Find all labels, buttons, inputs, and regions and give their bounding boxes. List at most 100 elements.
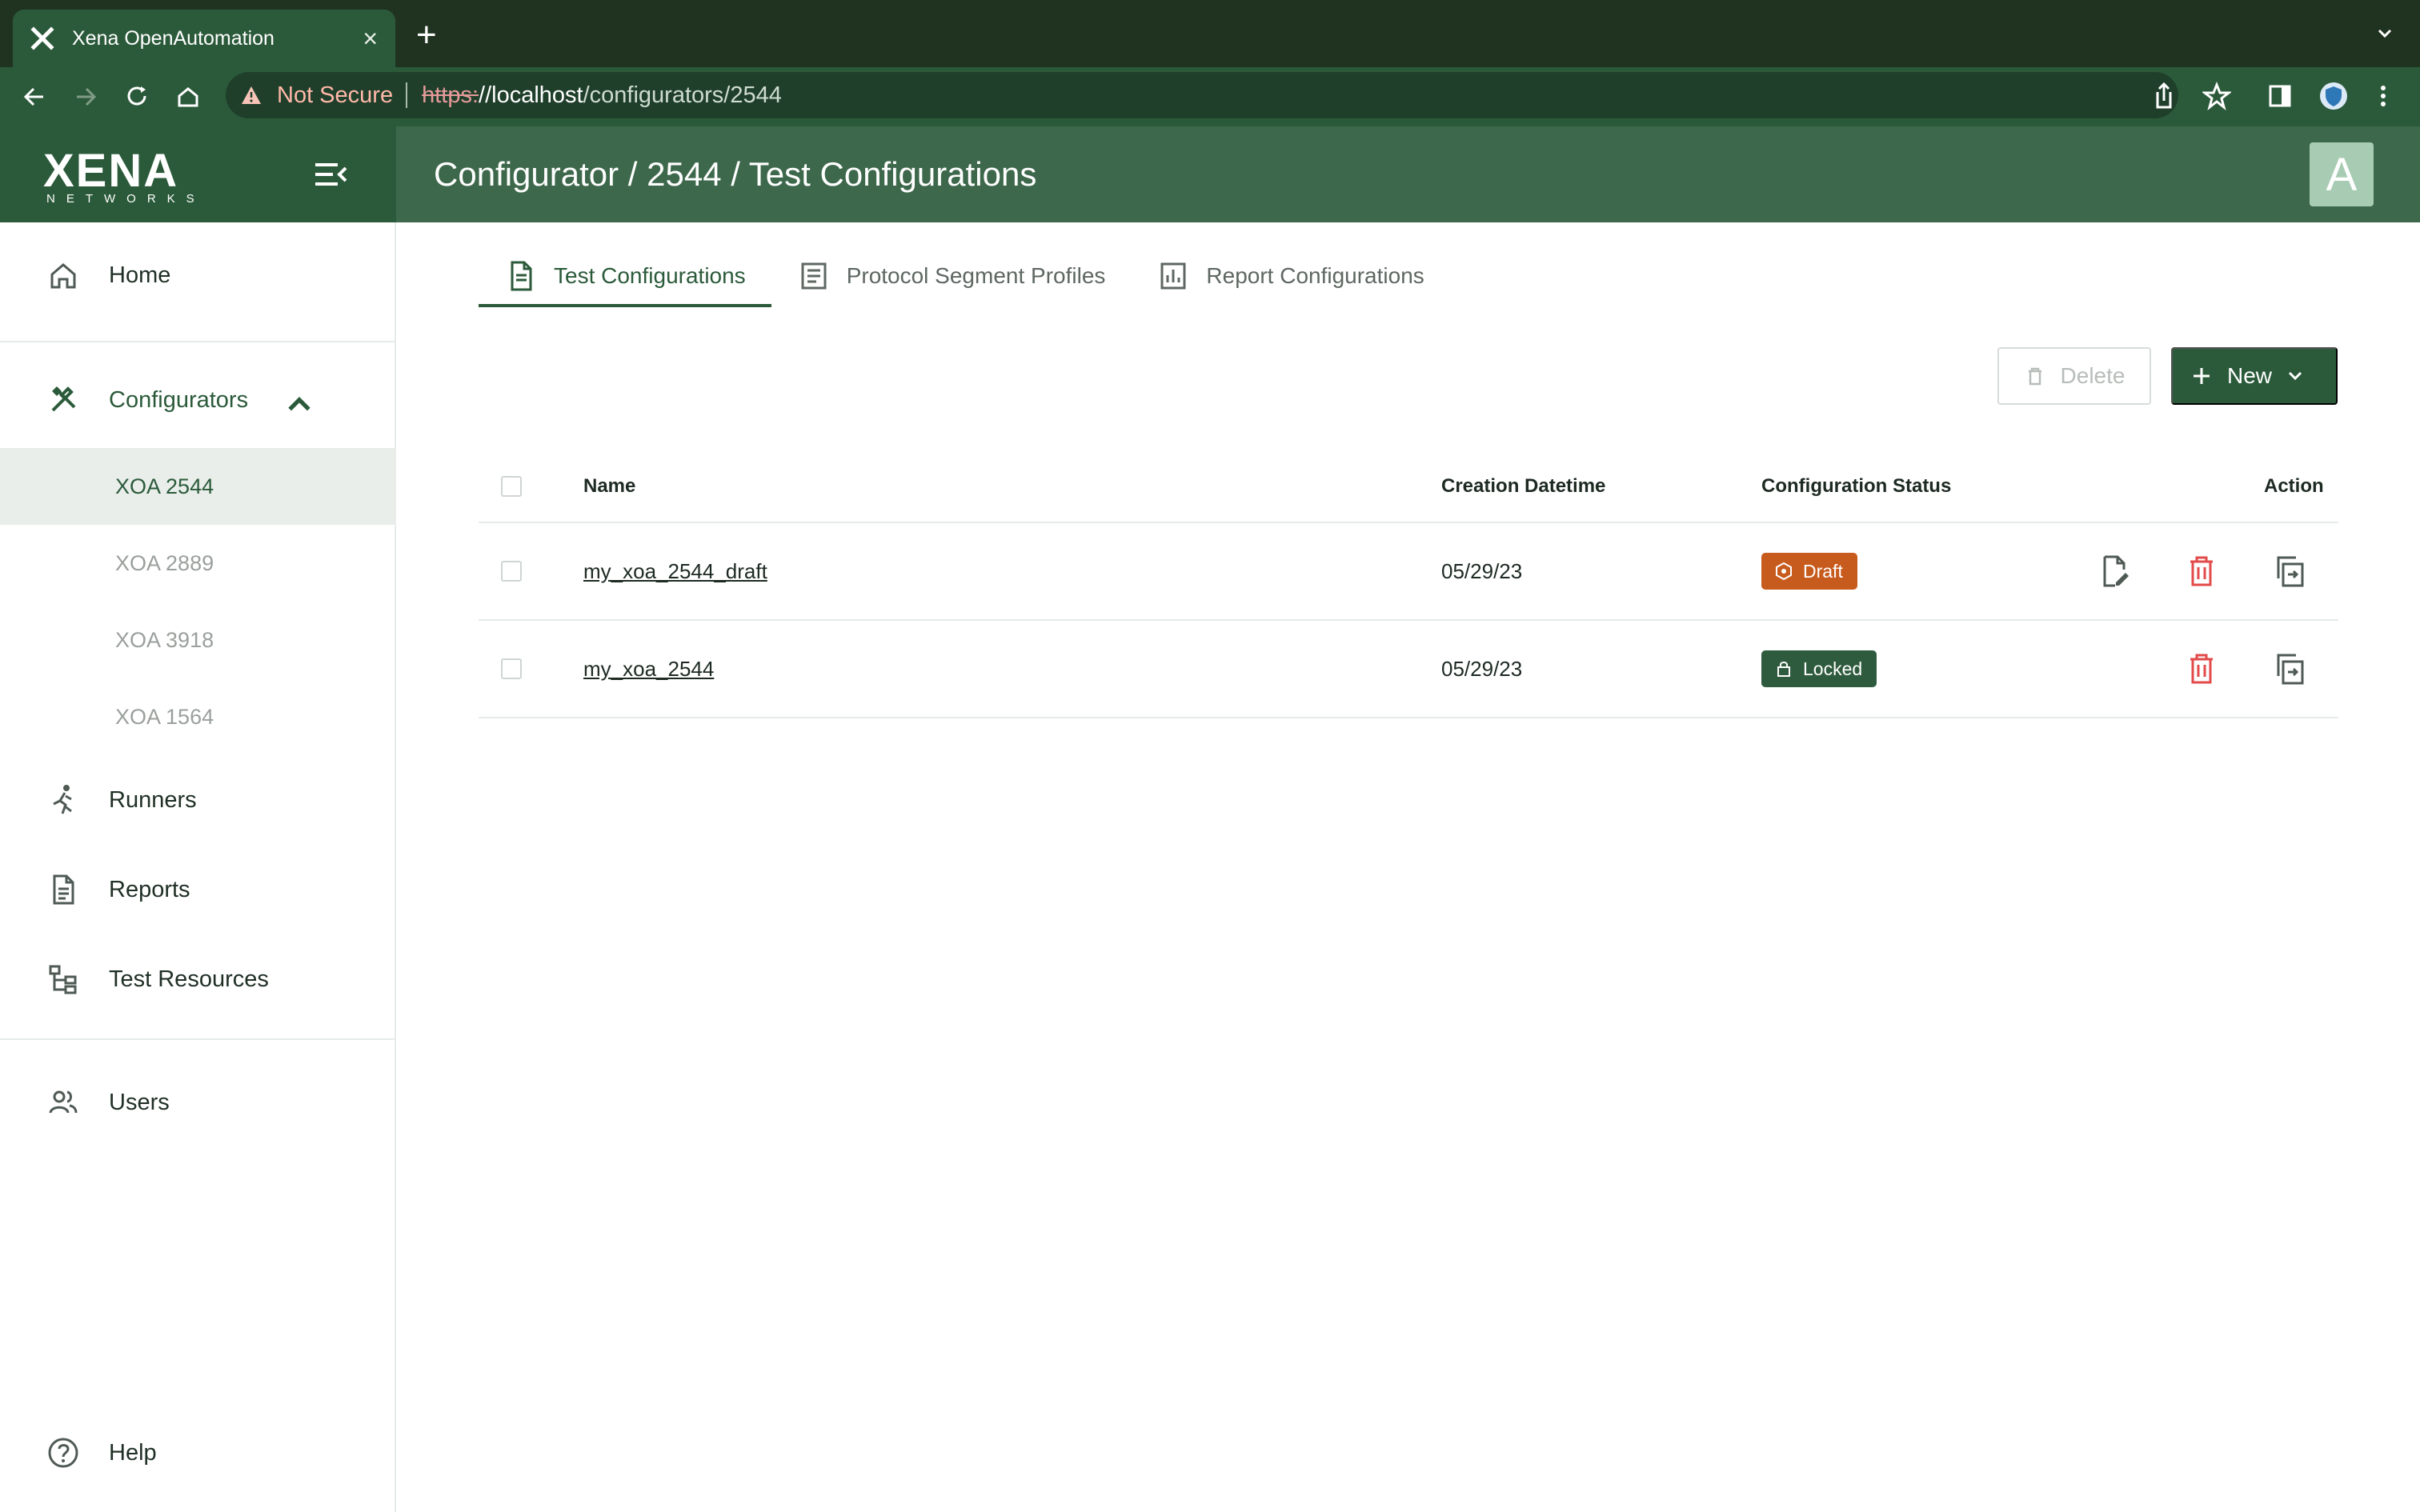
chevron-down-icon bbox=[2288, 371, 2302, 381]
xena-favicon-icon bbox=[30, 26, 54, 50]
collapse-menu-icon[interactable] bbox=[314, 160, 349, 189]
copy-icon[interactable] bbox=[2272, 554, 2307, 589]
configuration-name-link[interactable]: my_xoa_2544 bbox=[583, 621, 714, 717]
tab-search-chevron-icon[interactable] bbox=[2375, 24, 2394, 43]
column-header-configuration-status[interactable]: Configuration Status bbox=[1761, 451, 1951, 522]
column-header-name[interactable]: Name bbox=[583, 451, 635, 522]
profile-shield-icon[interactable] bbox=[2318, 80, 2350, 112]
content-tabs: Test Configurations Protocol Segment Pro… bbox=[479, 245, 1450, 307]
sidebar-item-help[interactable]: Help bbox=[0, 1414, 396, 1491]
sidebar-item-reports[interactable]: Reports bbox=[0, 851, 396, 928]
help-circle-icon bbox=[48, 1438, 78, 1468]
copy-icon[interactable] bbox=[2272, 651, 2307, 686]
tab-protocol-segment-profiles[interactable]: Protocol Segment Profiles bbox=[771, 245, 1132, 307]
app-header: XENA NETWORKS Configurator / 2544 / Test… bbox=[0, 126, 2420, 222]
creation-datetime: 05/29/23 bbox=[1441, 558, 1523, 583]
runner-icon bbox=[53, 785, 72, 814]
creation-datetime: 05/29/23 bbox=[1441, 656, 1523, 681]
tab-label-report-configurations: Report Configurations bbox=[1206, 263, 1424, 288]
delete-button[interactable]: Delete bbox=[1997, 347, 2151, 405]
document-icon bbox=[511, 261, 532, 291]
sidebar: Home Configurators XOA 2544 XOA 2889 XOA… bbox=[0, 222, 396, 1512]
brand-area: XENA NETWORKS bbox=[0, 126, 396, 222]
edit-icon[interactable] bbox=[2097, 554, 2132, 589]
table-header-row: Name Creation Datetime Configuration Sta… bbox=[479, 451, 2338, 523]
sidebar-subitem-xoa-2544[interactable]: XOA 2544 bbox=[0, 448, 396, 525]
browser-tab-title: Xena OpenAutomation bbox=[72, 26, 274, 50]
reload-icon[interactable] bbox=[122, 82, 152, 112]
column-header-creation-datetime[interactable]: Creation Datetime bbox=[1441, 451, 1605, 522]
sidebar-divider bbox=[0, 341, 396, 342]
sidebar-label-reports: Reports bbox=[109, 876, 190, 902]
draft-status-icon bbox=[1776, 562, 1792, 581]
sidebar-label-home: Home bbox=[109, 262, 171, 288]
sidebar-item-configurators[interactable]: Configurators bbox=[0, 362, 396, 438]
browser-tab-strip: Xena OpenAutomation × + bbox=[0, 0, 2420, 67]
delete-icon[interactable] bbox=[2184, 554, 2219, 589]
sidebar-item-home[interactable]: Home bbox=[0, 237, 396, 314]
logo-subtitle: NETWORKS bbox=[46, 192, 206, 206]
delete-button-label: Delete bbox=[2060, 363, 2126, 388]
sidebar-subitem-xoa-2889[interactable]: XOA 2889 bbox=[0, 525, 396, 602]
address-bar[interactable]: Not Secure https: //localhost /configura… bbox=[226, 72, 2178, 118]
home-icon[interactable] bbox=[173, 82, 203, 112]
sidebar-subitem-xoa-3918[interactable]: XOA 3918 bbox=[0, 602, 396, 678]
sidebar-item-runners[interactable]: Runners bbox=[0, 762, 396, 838]
share-icon[interactable] bbox=[2151, 80, 2177, 112]
delete-icon[interactable] bbox=[2184, 651, 2219, 686]
url-scheme: https: bbox=[422, 82, 479, 108]
configuration-name-link[interactable]: my_xoa_2544_draft bbox=[583, 523, 767, 619]
tab-test-configurations[interactable]: Test Configurations bbox=[479, 245, 771, 307]
url-path: /configurators/2544 bbox=[583, 82, 782, 108]
sidebar-label-test-resources: Test Resources bbox=[109, 966, 269, 992]
plus-icon bbox=[2193, 368, 2210, 384]
status-badge: Locked bbox=[1761, 650, 1877, 687]
sidebar-label-configurators: Configurators bbox=[109, 386, 249, 413]
security-status[interactable]: Not Secure bbox=[277, 82, 393, 109]
forward-icon[interactable] bbox=[70, 82, 101, 112]
chevron-up-icon[interactable] bbox=[282, 387, 316, 421]
users-icon bbox=[49, 1090, 78, 1114]
side-panel-icon[interactable] bbox=[2266, 80, 2294, 112]
configuration-status-cell: Locked bbox=[1761, 621, 1877, 717]
list-icon bbox=[801, 262, 827, 290]
close-icon[interactable]: × bbox=[363, 24, 378, 54]
new-button[interactable]: New bbox=[2171, 347, 2338, 405]
sidebar-divider bbox=[0, 1038, 396, 1040]
warning-icon bbox=[242, 86, 261, 104]
select-all-cell bbox=[501, 451, 522, 522]
new-tab-button[interactable]: + bbox=[416, 18, 437, 53]
status-label: Locked bbox=[1803, 658, 1863, 679]
user-avatar[interactable]: A bbox=[2310, 142, 2374, 206]
xena-logo[interactable]: XENA NETWORKS bbox=[43, 145, 206, 206]
row-checkbox[interactable] bbox=[501, 561, 522, 582]
tab-report-configurations[interactable]: Report Configurations bbox=[1131, 245, 1449, 307]
sidebar-item-users[interactable]: Users bbox=[0, 1064, 396, 1141]
sidebar-subitem-xoa-1564[interactable]: XOA 1564 bbox=[0, 678, 396, 755]
url-host: //localhost bbox=[479, 82, 583, 108]
resource-tree-icon bbox=[49, 965, 77, 994]
status-badge: Draft bbox=[1761, 553, 1857, 590]
row-checkbox[interactable] bbox=[501, 658, 522, 679]
back-icon[interactable] bbox=[19, 82, 50, 112]
tab-label-protocol-segment-profiles: Protocol Segment Profiles bbox=[846, 263, 1106, 288]
bookmark-star-icon[interactable] bbox=[2202, 80, 2231, 112]
address-divider bbox=[406, 82, 408, 108]
sidebar-label-runners: Runners bbox=[109, 786, 197, 813]
row-select-cell bbox=[501, 621, 522, 717]
browser-tab[interactable]: Xena OpenAutomation × bbox=[13, 10, 395, 67]
page-title: Configurator / 2544 / Test Configuration… bbox=[434, 155, 1037, 193]
table-row: my_xoa_2544 05/29/23 Locked bbox=[479, 621, 2338, 718]
select-all-checkbox[interactable] bbox=[501, 476, 522, 497]
sidebar-label-help: Help bbox=[109, 1439, 157, 1466]
new-button-label: New bbox=[2226, 363, 2272, 388]
configuration-status-cell: Draft bbox=[1761, 523, 1857, 619]
report-document-icon bbox=[53, 874, 74, 905]
logo-wordmark: XENA bbox=[43, 145, 179, 197]
table-row: my_xoa_2544_draft 05/29/23 Draft bbox=[479, 523, 2338, 621]
lock-icon bbox=[1777, 662, 1790, 677]
tab-label-test-configurations: Test Configurations bbox=[554, 263, 746, 288]
sidebar-item-test-resources[interactable]: Test Resources bbox=[0, 941, 396, 1018]
more-vert-icon[interactable] bbox=[2375, 80, 2391, 112]
trash-icon bbox=[2028, 367, 2041, 386]
